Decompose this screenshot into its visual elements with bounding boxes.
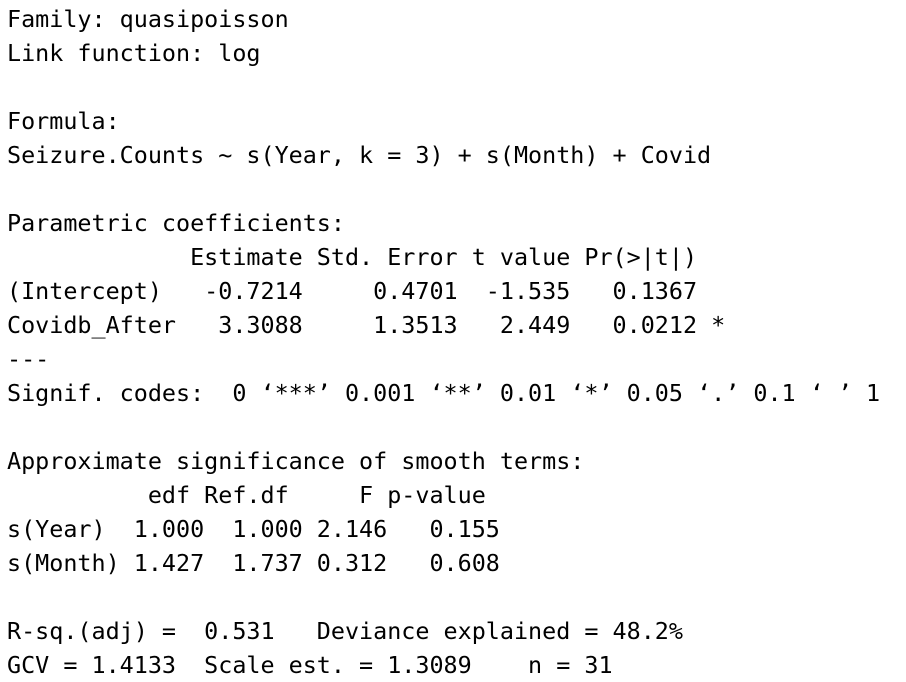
r-squared-deviance-line: R-sq.(adj) = 0.531 Deviance explained = … [7, 617, 683, 645]
parametric-row-intercept: (Intercept) -0.7214 0.4701 -1.535 0.1367 [7, 277, 698, 305]
formula-heading: Formula: [7, 107, 120, 135]
family-line: Family: quasipoisson [7, 5, 289, 33]
gcv-scale-n-line: GCV = 1.4133 Scale est. = 1.3089 n = 31 [7, 651, 613, 679]
signif-codes-line: Signif. codes: 0 ‘***’ 0.001 ‘**’ 0.01 ‘… [7, 379, 881, 407]
smooth-row-month: s(Month) 1.427 1.737 0.312 0.608 [7, 549, 500, 577]
smooth-table-header: edf Ref.df F p-value [7, 481, 486, 509]
link-function-line: Link function: log [7, 39, 261, 67]
smooth-terms-heading: Approximate significance of smooth terms… [7, 447, 585, 475]
formula-line: Seizure.Counts ~ s(Year, k = 3) + s(Mont… [7, 141, 712, 169]
r-console-output: Family: quasipoisson Link function: log … [7, 2, 902, 682]
separator-line: --- [7, 345, 50, 373]
smooth-row-year: s(Year) 1.000 1.000 2.146 0.155 [7, 515, 500, 543]
parametric-coefficients-heading: Parametric coefficients: [7, 209, 345, 237]
parametric-table-header: Estimate Std. Error t value Pr(>|t|) [7, 243, 698, 271]
parametric-row-covid: Covidb_After 3.3088 1.3513 2.449 0.0212 … [7, 311, 726, 339]
